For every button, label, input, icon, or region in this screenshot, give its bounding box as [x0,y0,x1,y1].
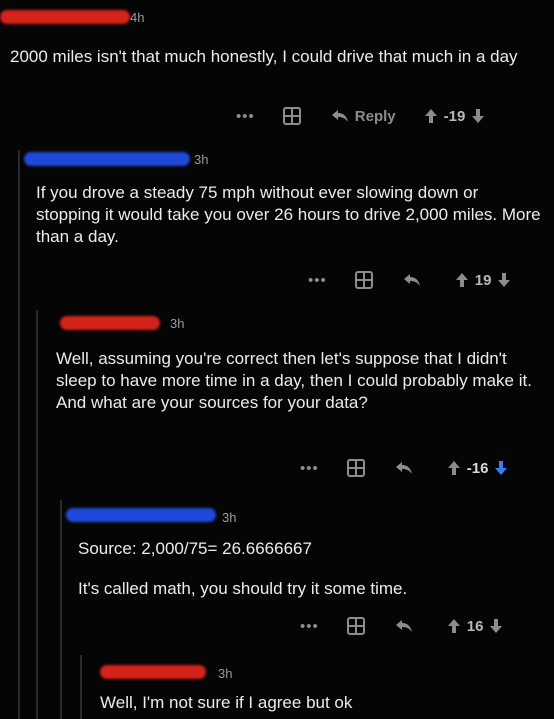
reply-icon [331,110,348,122]
reply-icon [395,620,412,632]
score: 19 [474,271,492,289]
comment-actions: ••• Reply -19 [236,104,485,128]
redacted-username[interactable] [100,665,206,679]
timestamp: 3h [218,666,233,681]
comment-4: 3h Source: 2,000/75= 26.6666667 It's cal… [66,506,548,600]
redacted-username[interactable] [60,316,160,330]
thread-line [36,310,38,719]
comment-header: 4h [0,6,540,28]
timestamp: 3h [170,316,185,331]
comment-actions: ••• 16 [300,614,503,638]
vote-controls: -16 [447,460,509,477]
more-icon[interactable]: ••• [308,272,327,289]
upvote-icon[interactable] [455,272,469,288]
more-icon[interactable]: ••• [236,108,255,125]
timestamp: 3h [194,152,209,167]
more-icon[interactable]: ••• [300,618,319,635]
timestamp: 3h [222,510,237,525]
comment-text: 2000 miles isn't that much honestly, I c… [10,47,518,66]
reply-button[interactable] [403,273,427,287]
downvote-active [494,460,508,476]
downvote-icon[interactable] [494,460,508,476]
upvote-icon[interactable] [447,460,461,476]
comment-text-line-1: Source: 2,000/75= 26.6666667 [78,539,312,558]
comment-header: 3h [100,662,550,684]
award-icon[interactable] [282,107,301,125]
score: 16 [466,617,484,635]
comment-3: 3h Well, assuming you're correct then le… [56,312,546,414]
reply-label: Reply [354,107,396,125]
comment-5: 3h Well, I'm not sure if I agree but ok [100,662,550,714]
vote-controls: -19 [424,108,486,125]
score: -16 [466,459,489,477]
comment-text: Well, assuming you're correct then let's… [56,349,532,412]
thread-line [80,655,82,719]
comment-header: 3h [56,312,546,334]
score: -19 [443,107,466,125]
reply-button[interactable]: Reply [331,108,396,125]
redacted-username[interactable] [66,508,216,522]
award-icon[interactable] [346,459,365,477]
redacted-username[interactable] [0,10,130,24]
vote-controls: 19 [455,272,512,289]
comment-header: 3h [24,148,546,170]
vote-controls: 16 [447,618,504,635]
reply-icon [395,462,412,474]
reply-icon [403,274,420,286]
comment-text: If you drove a steady 75 mph without eve… [36,183,541,246]
upvote-icon[interactable] [424,108,438,124]
comment-header: 3h [66,506,548,528]
upvote-icon[interactable] [447,618,461,634]
comment-text: Well, I'm not sure if I agree but ok [100,693,353,712]
comment-actions: ••• -16 [300,456,508,480]
comment-2: 3h If you drove a steady 75 mph without … [24,148,546,248]
downvote-icon[interactable] [489,618,503,634]
timestamp: 4h [130,10,145,25]
award-icon[interactable] [354,271,373,289]
award-icon[interactable] [346,617,365,635]
downvote-icon[interactable] [497,272,511,288]
thread-line [60,500,62,719]
downvote-icon[interactable] [471,108,485,124]
thread-line [18,150,20,719]
reply-button[interactable] [395,619,419,633]
comment-1: 4h 2000 miles isn't that much honestly, … [0,6,540,68]
redacted-username[interactable] [24,152,190,166]
reply-button[interactable] [395,461,419,475]
more-icon[interactable]: ••• [300,460,319,477]
comment-actions: ••• 19 [308,268,511,292]
comment-text-line-2: It's called math, you should try it some… [78,579,408,598]
